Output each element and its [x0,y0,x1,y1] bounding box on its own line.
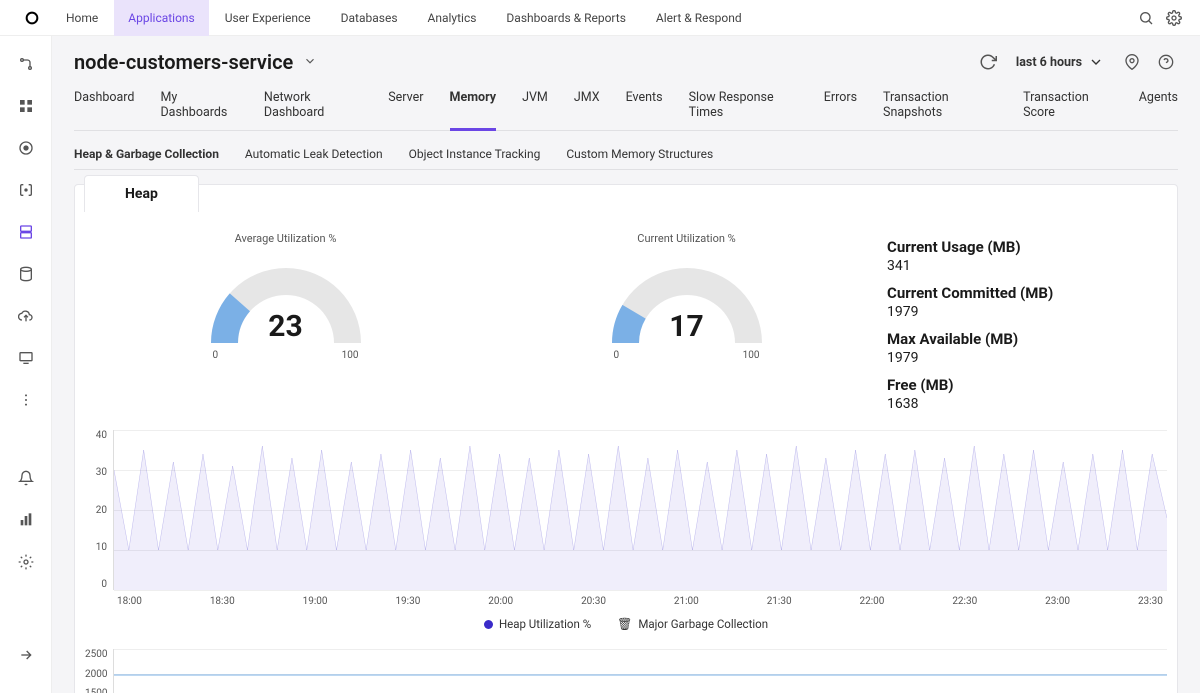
tab-network-dashboard[interactable]: Network Dashboard [264,80,362,130]
x-tick-label: 21:30 [767,596,792,607]
content-area: node-customers-service last 6 hours [52,36,1200,693]
stat-label: Free (MB) [887,376,1147,394]
servers-icon[interactable] [12,218,40,246]
cloud-upload-icon[interactable] [12,302,40,330]
subtab-automatic-leak-detection[interactable]: Automatic Leak Detection [245,139,383,169]
page-title: node-customers-service [74,50,293,74]
trash-icon: 🗑 [617,617,632,631]
top-navigation: HomeApplicationsUser ExperienceDatabases… [0,0,1200,36]
max-heap-chart[interactable] [113,649,1167,693]
database-icon[interactable] [12,260,40,288]
help-icon[interactable] [1154,50,1178,74]
bell-icon[interactable] [12,464,40,492]
tab-transaction-score[interactable]: Transaction Score [1023,80,1113,130]
topnav-analytics[interactable]: Analytics [414,0,491,36]
x-tick-label: 23:30 [1138,596,1163,607]
topnav-databases[interactable]: Databases [327,0,412,36]
tab-agents[interactable]: Agents [1139,80,1178,130]
circle-icon[interactable] [12,134,40,162]
refresh-icon[interactable] [976,50,1000,74]
search-icon[interactable] [1132,4,1160,32]
gauge-value-cur: 17 [602,309,772,344]
stat-value: 1979 [887,304,1147,320]
x-tick-label: 23:00 [1045,596,1070,607]
sub-tabs: Heap & Garbage Collection Automatic Leak … [74,139,1178,170]
tab-dashboard[interactable]: Dashboard [74,80,134,130]
gauge-title-cur: Current Utilization % [637,232,735,245]
gauge-current-utilization: 17 [602,253,772,348]
bar-chart-icon[interactable] [12,506,40,534]
time-range-selector[interactable]: last 6 hours [1010,50,1110,74]
subtab-custom-memory-structures[interactable]: Custom Memory Structures [566,139,713,169]
x-tick-label: 18:00 [117,596,142,607]
legend-major-gc[interactable]: 🗑Major Garbage Collection [617,617,768,631]
tab-my-dashboards[interactable]: My Dashboards [160,80,237,130]
stat-label: Current Committed (MB) [887,284,1147,302]
stat-value: 1979 [887,350,1147,366]
path-icon[interactable] [12,50,40,78]
stat-value: 1638 [887,396,1147,412]
stat-label: Current Usage (MB) [887,238,1147,256]
gauge-min: 0 [614,350,620,361]
gauge-max: 100 [342,350,359,361]
brand-logo [12,10,52,26]
topnav-user-experience[interactable]: User Experience [211,0,325,36]
gauge-title-avg: Average Utilization % [235,232,337,245]
gauge-min: 0 [213,350,219,361]
main-tabs: Dashboard My Dashboards Network Dashboard S… [74,80,1178,131]
monitor-icon[interactable] [12,344,40,372]
x-tick-label: 19:00 [303,596,328,607]
page-header: node-customers-service last 6 hours [74,50,1178,74]
tab-events[interactable]: Events [626,80,663,130]
chevron-down-icon[interactable] [303,54,317,71]
heap-utilization-chart[interactable] [113,430,1167,590]
topnav-home[interactable]: Home [52,0,112,36]
brackets-icon[interactable] [12,176,40,204]
gauge-max: 100 [743,350,760,361]
expand-icon[interactable] [12,641,40,669]
heap-stats: Current Usage (MB) 341 Current Committed (… [887,232,1167,412]
tab-transaction-snapshots[interactable]: Transaction Snapshots [883,80,997,130]
subtab-heap-garbage-collection[interactable]: Heap & Garbage Collection [74,139,219,169]
left-rail [0,36,52,693]
gauge-value-avg: 23 [201,309,371,344]
topnav-dashboards-reports[interactable]: Dashboards & Reports [492,0,639,36]
x-tick-label: 22:30 [952,596,977,607]
gauge-average-utilization: 23 [201,253,371,348]
x-tick-label: 22:00 [860,596,885,607]
more-vertical-icon[interactable] [12,386,40,414]
gear-icon[interactable] [1160,4,1188,32]
tab-server[interactable]: Server [388,80,423,130]
tab-errors[interactable]: Errors [824,80,857,130]
legend-heap-util[interactable]: Heap Utilization % [484,617,591,631]
stat-value: 341 [887,258,1147,274]
heap-card: Heap Average Utilization % 23 0100 Curre… [74,184,1178,693]
x-tick-label: 20:30 [581,596,606,607]
stat-label: Max Available (MB) [887,330,1147,348]
topnav-applications[interactable]: Applications [114,0,208,36]
card-tab-heap[interactable]: Heap [84,175,199,212]
topnav-alert-respond[interactable]: Alert & Respond [642,0,756,36]
x-tick-label: 19:30 [395,596,420,607]
dashboard-icon[interactable] [12,92,40,120]
subtab-object-instance-tracking[interactable]: Object Instance Tracking [409,139,541,169]
tab-jvm[interactable]: JVM [522,80,548,130]
location-pin-icon[interactable] [1120,50,1144,74]
tab-memory[interactable]: Memory [450,80,497,130]
x-tick-label: 18:30 [210,596,235,607]
chart-legend: Heap Utilization % 🗑Major Garbage Collec… [85,617,1167,631]
tab-slow-response-times[interactable]: Slow Response Times [689,80,798,130]
x-tick-label: 21:00 [674,596,699,607]
settings-gear-icon[interactable] [12,548,40,576]
x-tick-label: 20:00 [488,596,513,607]
time-range-label: last 6 hours [1016,55,1082,70]
tab-jmx[interactable]: JMX [574,80,600,130]
